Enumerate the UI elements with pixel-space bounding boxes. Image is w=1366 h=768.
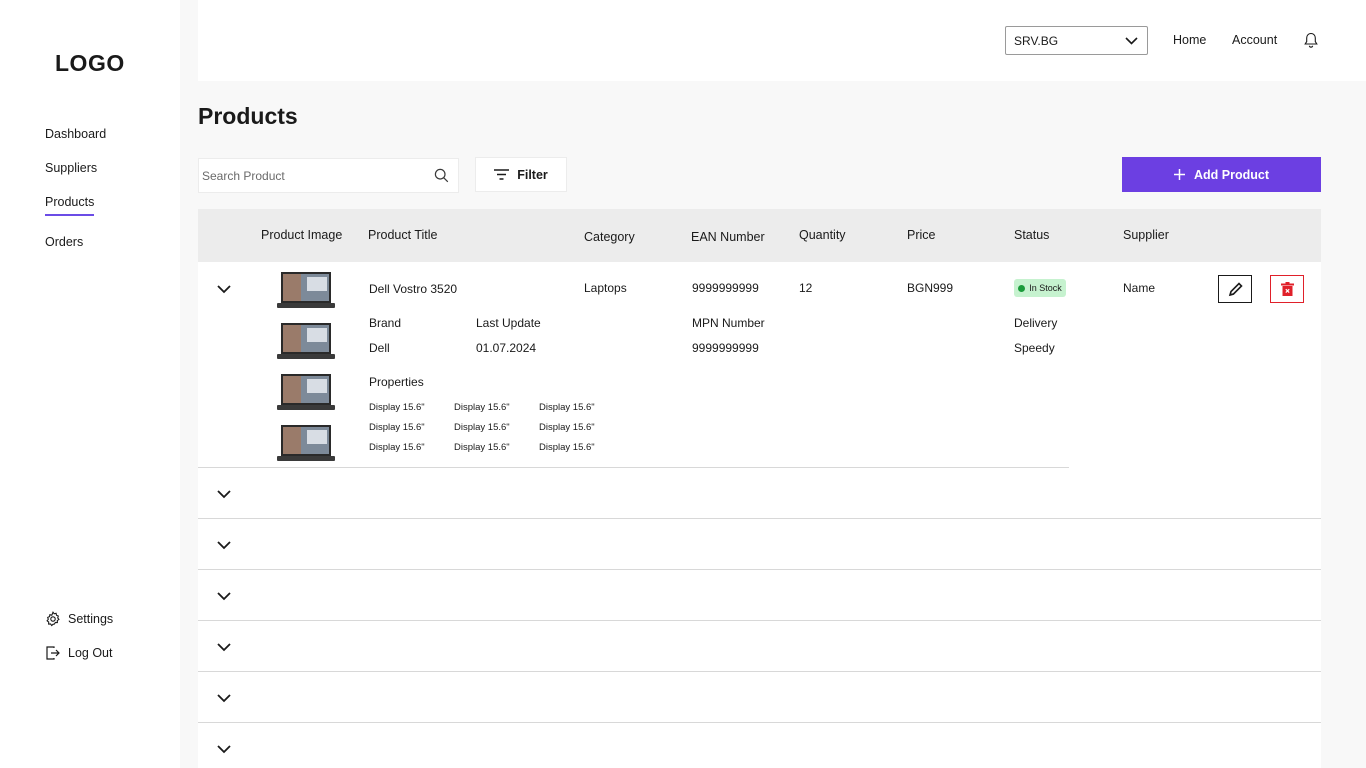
property-item: Display 15.6" — [369, 442, 425, 453]
table-header: Product Image Product Title Category EAN… — [198, 209, 1321, 262]
column-header-product-title[interactable]: Product Title — [368, 228, 437, 242]
table-row[interactable] — [198, 621, 1321, 672]
chevron-down-icon[interactable] — [216, 692, 232, 704]
brand-value: Dell — [369, 341, 390, 355]
top-header: SRV.BG Home Account — [198, 0, 1366, 81]
chevron-down-icon[interactable] — [216, 488, 232, 500]
sidebar: LOGO Dashboard Suppliers Products Orders… — [0, 0, 180, 768]
search-input[interactable] — [202, 168, 402, 183]
product-thumbnail[interactable] — [277, 271, 335, 309]
status-badge: In Stock — [1014, 279, 1066, 297]
logout-icon — [46, 646, 60, 660]
product-quantity: 12 — [799, 281, 813, 295]
property-item: Display 15.6" — [454, 422, 510, 433]
mpn-label: MPN Number — [692, 316, 765, 330]
product-price: BGN999 — [907, 281, 954, 295]
property-item: Display 15.6" — [369, 422, 425, 433]
column-header-ean[interactable]: EAN Number — [691, 230, 765, 244]
table-row[interactable] — [198, 519, 1321, 570]
logout-link[interactable]: Log Out — [45, 645, 112, 661]
property-item: Display 15.6" — [539, 422, 595, 433]
chevron-down-icon[interactable] — [216, 743, 232, 755]
table-row[interactable] — [198, 723, 1321, 768]
product-ean: 9999999999 — [692, 281, 759, 295]
column-header-quantity[interactable]: Quantity — [799, 228, 846, 242]
sidebar-item-suppliers[interactable]: Suppliers — [45, 161, 97, 175]
chevron-down-icon[interactable] — [216, 539, 232, 551]
settings-label: Settings — [68, 612, 114, 626]
filter-button[interactable]: Filter — [475, 157, 567, 192]
product-category: Laptops — [584, 281, 627, 295]
column-header-product-image[interactable]: Product Image — [261, 228, 342, 242]
sidebar-item-dashboard[interactable]: Dashboard — [45, 127, 106, 141]
column-header-category[interactable]: Category — [584, 230, 635, 244]
last-update-value: 01.07.2024 — [476, 341, 537, 355]
home-link[interactable]: Home — [1173, 33, 1206, 47]
status-dot — [1018, 284, 1026, 292]
property-item: Display 15.6" — [539, 442, 595, 453]
account-link[interactable]: Account — [1232, 33, 1277, 47]
table-row[interactable] — [198, 672, 1321, 723]
sidebar-item-orders[interactable]: Orders — [45, 235, 83, 249]
product-thumbnail[interactable] — [277, 424, 335, 462]
trash-icon — [1280, 282, 1294, 296]
properties-label: Properties — [369, 375, 424, 389]
table-row[interactable] — [198, 468, 1321, 519]
delete-button[interactable] — [1270, 275, 1304, 303]
logo: LOGO — [55, 50, 125, 76]
property-item: Display 15.6" — [454, 442, 510, 453]
bell-icon[interactable] — [1303, 32, 1319, 49]
product-thumbnail[interactable] — [277, 373, 335, 411]
delivery-value: Speedy — [1014, 341, 1055, 355]
collapse-chevron-icon[interactable] — [216, 283, 232, 295]
property-item: Display 15.6" — [539, 402, 595, 413]
filter-icon — [494, 169, 510, 180]
product-supplier: Name — [1123, 281, 1156, 295]
table-row[interactable] — [198, 570, 1321, 621]
logout-label: Log Out — [68, 646, 113, 660]
property-item: Display 15.6" — [454, 402, 510, 413]
edit-button[interactable] — [1218, 275, 1252, 303]
settings-link[interactable]: Settings — [45, 611, 113, 627]
product-thumbnail[interactable] — [277, 322, 335, 360]
chevron-down-icon — [1125, 36, 1138, 45]
sidebar-item-products[interactable]: Products — [45, 195, 95, 216]
search-icon[interactable] — [434, 168, 449, 183]
chevron-down-icon[interactable] — [216, 590, 232, 602]
add-product-button[interactable]: Add Product — [1122, 157, 1321, 192]
filter-label: Filter — [517, 167, 548, 182]
store-select-value: SRV.BG — [1014, 33, 1059, 48]
column-header-supplier[interactable]: Supplier — [1123, 228, 1169, 242]
brand-label: Brand — [369, 316, 402, 330]
product-title: Dell Vostro 3520 — [369, 282, 458, 296]
column-header-status[interactable]: Status — [1014, 228, 1049, 242]
store-select[interactable]: SRV.BG — [1005, 26, 1148, 55]
pencil-icon — [1228, 281, 1243, 296]
status-label: In Stock — [1029, 283, 1062, 293]
plus-icon — [1174, 169, 1185, 180]
page-title: Products — [198, 103, 298, 129]
property-item: Display 15.6" — [369, 402, 425, 413]
gear-icon — [46, 611, 60, 627]
last-update-label: Last Update — [476, 316, 541, 330]
add-product-label: Add Product — [1194, 167, 1269, 182]
column-header-price[interactable]: Price — [907, 228, 935, 242]
chevron-down-icon[interactable] — [216, 641, 232, 653]
mpn-value: 9999999999 — [692, 341, 759, 355]
delivery-label: Delivery — [1014, 316, 1058, 330]
search-box — [198, 158, 459, 193]
